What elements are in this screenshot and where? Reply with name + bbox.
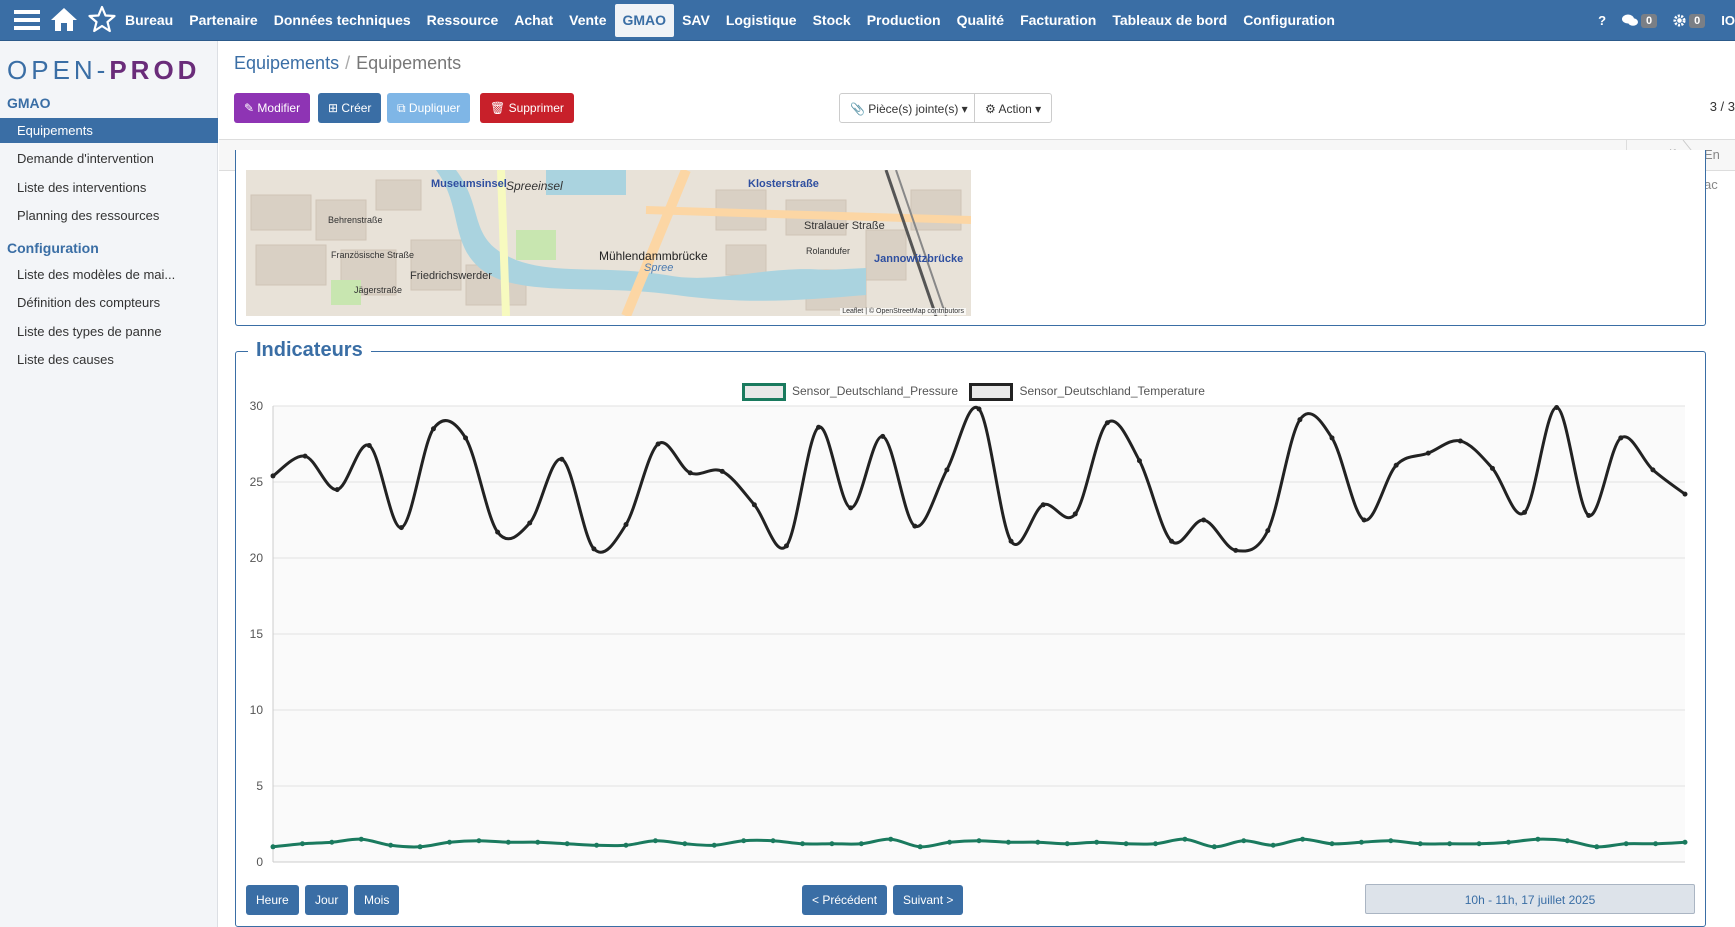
- menu-item-sav[interactable]: SAV: [674, 4, 718, 37]
- action-label: Action: [998, 102, 1032, 116]
- star-icon[interactable]: [88, 5, 116, 36]
- delete-label: Supprimer: [508, 101, 564, 115]
- caret-down-icon: ▾: [1035, 102, 1042, 116]
- map-label: Mühlendammbrücke: [599, 249, 708, 263]
- logo-text-prod: PROD: [109, 55, 201, 85]
- menu-item-ressource[interactable]: Ressource: [419, 4, 507, 37]
- legend-swatch-temperature: [969, 383, 1014, 401]
- settings-gear-icon[interactable]: 0: [1673, 13, 1706, 28]
- caret-down-icon: ▾: [961, 102, 968, 116]
- sidebar: OPEN-PROD GMAO Equipements Demande d'int…: [0, 41, 218, 927]
- menu-item-bureau[interactable]: Bureau: [117, 4, 181, 37]
- duplicate-button[interactable]: ⧉ Dupliquer: [387, 93, 471, 123]
- map-label: Rolandufer: [806, 246, 851, 256]
- copy-icon: ⧉: [397, 101, 406, 115]
- sidebar-item-types-panne[interactable]: Liste des types de panne: [0, 319, 218, 344]
- right-tools: ? 0 0 IO: [1598, 0, 1735, 41]
- top-navbar: Bureau Partenaire Données techniques Ressou…: [0, 0, 1735, 41]
- day-button[interactable]: Jour: [305, 885, 349, 915]
- modify-label: Modifier: [257, 101, 301, 115]
- map-label: Stralauer Straße: [804, 220, 885, 232]
- map-label: Friedrichswerder: [410, 270, 492, 282]
- sidebar-item-causes[interactable]: Liste des causes: [0, 347, 218, 372]
- gear-icon: ⚙: [985, 102, 996, 116]
- map-attribution: Leaflet | © OpenStreetMap contributors: [840, 308, 966, 315]
- sidebar-item-demande-intervention[interactable]: Demande d'intervention: [0, 146, 218, 171]
- menu-item-donnees-techniques[interactable]: Données techniques: [266, 4, 419, 37]
- modify-button[interactable]: ✎ Modifier: [234, 93, 311, 123]
- menu-item-stock[interactable]: Stock: [805, 4, 859, 37]
- messages-count-badge: 0: [1641, 13, 1658, 28]
- attachments-label: Pièce(s) jointe(s): [868, 102, 959, 116]
- breadcrumb-parent[interactable]: Equipements: [234, 53, 339, 73]
- open-prod-logo[interactable]: OPEN-PROD: [7, 55, 200, 86]
- menu-item-qualite[interactable]: Qualité: [949, 4, 1012, 37]
- legend-label-temperature: Sensor_Deutschland_Temperature: [1019, 384, 1205, 399]
- create-label: Créer: [341, 101, 372, 115]
- next-button[interactable]: Suivant >: [893, 885, 964, 915]
- menu-item-achat[interactable]: Achat: [506, 4, 561, 37]
- sidebar-item-equipements[interactable]: Equipements: [0, 118, 218, 143]
- paperclip-icon: 📎: [850, 102, 865, 116]
- sidebar-item-modeles-maintenance[interactable]: Liste des modèles de mai...: [0, 262, 218, 287]
- month-button[interactable]: Mois: [354, 885, 400, 915]
- breadcrumb-separator: /: [345, 53, 351, 73]
- breadcrumb-current: Equipements: [356, 53, 462, 73]
- messages-icon[interactable]: 0: [1622, 13, 1658, 28]
- delete-button[interactable]: 🗑 Supprimer: [480, 93, 574, 123]
- map-label: Jägerstraße: [354, 285, 403, 295]
- tasks-count-badge: 0: [1689, 13, 1706, 28]
- sidebar-item-compteurs[interactable]: Définition des compteurs: [0, 290, 218, 315]
- legend-swatch-pressure: [742, 383, 786, 401]
- sidebar-section-configuration[interactable]: Configuration: [7, 240, 99, 256]
- hamburger-menu-icon[interactable]: [14, 8, 40, 35]
- menu-item-logistique[interactable]: Logistique: [718, 4, 805, 37]
- map-label: Behrenstraße: [328, 215, 383, 225]
- indicators-panel: [235, 351, 1706, 927]
- main-menu: Bureau Partenaire Données techniques Ressou…: [117, 0, 1343, 41]
- previous-button[interactable]: < Précédent: [802, 885, 888, 915]
- menu-item-vente[interactable]: Vente: [561, 4, 614, 37]
- legend-label-pressure: Sensor_Deutschland_Pressure: [792, 384, 959, 399]
- trash-icon: 🗑: [490, 101, 506, 115]
- sidebar-section-gmao[interactable]: GMAO: [7, 95, 51, 111]
- help-link[interactable]: ?: [1598, 13, 1606, 28]
- menu-item-tableaux-de-bord[interactable]: Tableaux de bord: [1104, 4, 1235, 37]
- map-label: Klosterstraße: [748, 178, 819, 190]
- menu-item-partenaire[interactable]: Partenaire: [181, 4, 265, 37]
- indicators-title: Indicateurs: [248, 339, 371, 362]
- action-dropdown[interactable]: ⚙ Action ▾: [974, 93, 1053, 123]
- date-range-display: 10h - 11h, 17 juillet 2025: [1365, 884, 1695, 914]
- map-label: Spree: [644, 262, 674, 274]
- location-map[interactable]: Museumsinsel Spreeinsel Klosterstraße St…: [246, 170, 971, 316]
- sidebar-item-liste-interventions[interactable]: Liste des interventions: [0, 175, 218, 200]
- menu-item-gmao[interactable]: GMAO: [614, 4, 675, 37]
- home-icon[interactable]: [50, 6, 78, 35]
- record-pager[interactable]: 3 / 3: [1710, 99, 1735, 114]
- plus-square-icon: ⊞: [328, 101, 339, 115]
- map-label: Jannowitzbrücke: [874, 253, 964, 265]
- status-step-en-activite[interactable]: En ac: [1704, 140, 1735, 192]
- hour-button[interactable]: Heure: [246, 885, 299, 915]
- menu-item-production[interactable]: Production: [859, 4, 949, 37]
- map-label: Spreeinsel: [506, 179, 563, 193]
- edit-icon: ✎: [244, 101, 255, 115]
- duplicate-label: Dupliquer: [408, 101, 461, 115]
- sidebar-item-planning-ressources[interactable]: Planning des ressources: [0, 203, 218, 228]
- user-menu[interactable]: IO: [1721, 13, 1735, 28]
- breadcrumb: Equipements / Equipements: [234, 53, 461, 74]
- legend-item-temperature[interactable]: Sensor_Deutschland_Temperature: [969, 383, 1205, 401]
- create-button[interactable]: ⊞ Créer: [318, 93, 382, 123]
- logo-text-open: OPEN-: [7, 55, 110, 85]
- chart-legend: Sensor_Deutschland_Pressure Sensor_Deuts…: [742, 383, 1205, 401]
- attachments-dropdown[interactable]: 📎 Pièce(s) jointe(s) ▾: [839, 93, 979, 123]
- legend-item-pressure[interactable]: Sensor_Deutschland_Pressure: [742, 383, 959, 401]
- menu-item-configuration[interactable]: Configuration: [1235, 4, 1343, 37]
- map-label: Museumsinsel: [431, 178, 507, 190]
- menu-item-facturation[interactable]: Facturation: [1012, 4, 1104, 37]
- map-label: Französische Straße: [331, 250, 415, 260]
